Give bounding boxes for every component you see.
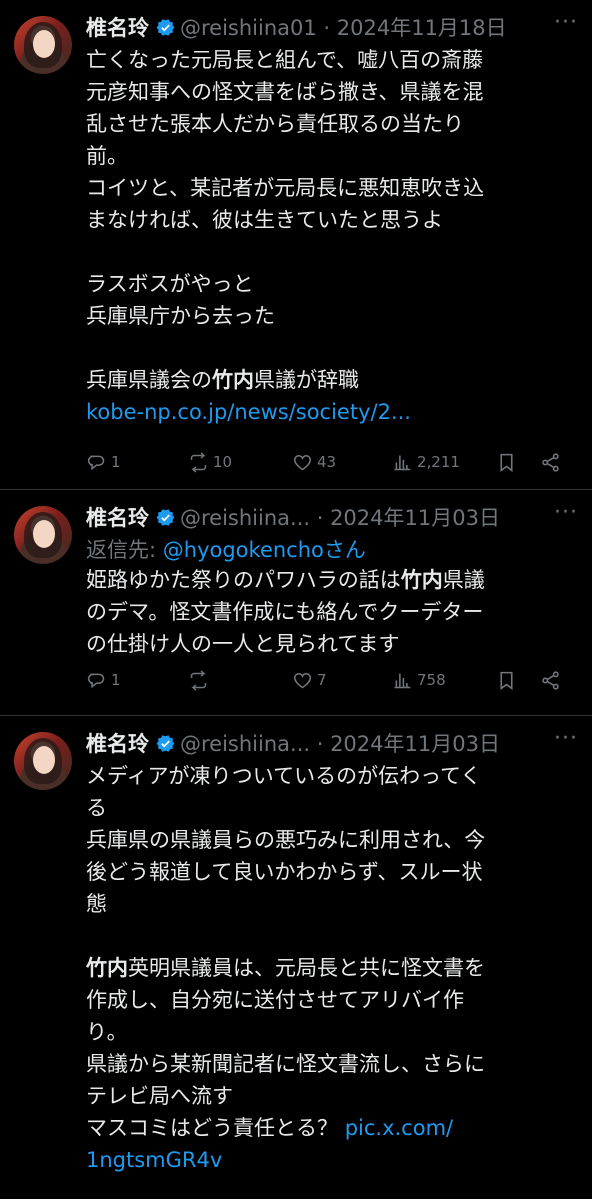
more-icon[interactable]: ··· xyxy=(552,12,580,42)
handle-and-date[interactable]: @reishiina... · 2024年11月03日 xyxy=(180,502,500,532)
verified-badge-icon xyxy=(156,734,175,752)
more-icon[interactable]: ··· xyxy=(552,502,580,532)
tweet-text-line: の仕掛け人の一人と見られてます xyxy=(86,632,400,656)
share-icon xyxy=(542,452,559,472)
reply-count: 1 xyxy=(111,671,121,689)
display-name[interactable]: 椎名玲 xyxy=(86,12,149,42)
reply-button[interactable]: 1 xyxy=(86,670,121,691)
bookmark-button[interactable] xyxy=(496,670,517,691)
tweet-text-line: のデマ。怪文書作成にも絡んでクーデター xyxy=(86,600,484,624)
media-link[interactable]: 1ngtsmGR4v xyxy=(86,1148,222,1172)
tweet-text-line: 県議から某新聞記者に怪文書流し、さらに xyxy=(86,1052,485,1076)
views-button[interactable]: 758 xyxy=(392,670,446,691)
retweet-icon xyxy=(190,669,207,691)
display-name[interactable]: 椎名玲 xyxy=(86,728,149,758)
tweet[interactable]: 椎名玲 @reishiina... · 2024年11月03日 ··· メディア… xyxy=(0,716,592,1199)
tweet-text-line: り。 xyxy=(86,1020,128,1044)
tweet-text: メディアが凍りついているのが伝わってくる兵庫県の県議員らの悪巧みに利用され、今後… xyxy=(86,760,584,1176)
tweet[interactable]: 椎名玲 @reishiina... · 2024年11月03日 ··· 返信先:… xyxy=(0,490,592,716)
bookmark-button[interactable] xyxy=(496,452,517,473)
tweet-text-line: kobe-np.co.jp/news/society/2... xyxy=(86,396,584,428)
tweet-text: 姫路ゆかた祭りのパワハラの話は竹内県議 のデマ。怪文書作成にも絡んでクーデター の仕… xyxy=(86,564,584,660)
retweet-button[interactable] xyxy=(188,669,213,691)
retweet-button[interactable]: 10 xyxy=(188,451,233,473)
tweet-text-line: 竹内英明県議員は、元局長と共に怪文書を xyxy=(86,956,485,980)
tweet-text: 亡くなった元局長と組んで、嘘八百の斎藤 元彦知事への怪文書をばら撒き、県議を混 乱さ… xyxy=(86,44,584,428)
reply-button[interactable]: 1 xyxy=(86,452,121,473)
tweet-text-line: 1ngtsmGR4v xyxy=(86,1144,584,1176)
like-button[interactable]: 7 xyxy=(292,670,327,691)
views-button[interactable]: 2,211 xyxy=(392,452,460,473)
share-button[interactable] xyxy=(540,452,561,473)
bookmark-icon xyxy=(500,453,513,472)
verified-badge-icon xyxy=(156,18,175,36)
tweet-header: 椎名玲 @reishiina... · 2024年11月03日 xyxy=(86,502,592,532)
article-link[interactable]: kobe-np.co.jp/news/society/2... xyxy=(86,400,411,424)
tweet-text-line: コイツと、某記者が元局長に悪知恵吹き込 xyxy=(86,176,485,200)
avatar[interactable] xyxy=(14,506,72,564)
tweet-text-line: る xyxy=(86,796,107,820)
tweet-text-line: 作成し、自分宛に送付させてアリバイ作 xyxy=(86,988,464,1012)
views-count: 758 xyxy=(417,671,446,689)
like-icon xyxy=(293,672,312,688)
reply-count: 1 xyxy=(111,453,121,471)
tweet-text-line: メディアが凍りついているのが伝わってく xyxy=(86,764,482,788)
reply-to: 返信先: @hyogokenchoさん xyxy=(86,534,366,564)
share-icon xyxy=(542,670,559,690)
like-icon xyxy=(293,454,312,470)
handle-and-date[interactable]: @reishiina... · 2024年11月03日 xyxy=(180,728,500,758)
tweet-text-line: まなければ、彼は生きていたと思うよ xyxy=(86,208,443,232)
handle-and-date[interactable]: @reishiina01 · 2024年11月18日 xyxy=(180,12,507,42)
bold-name: 竹内 xyxy=(212,368,254,392)
tweet-header: 椎名玲 @reishiina01 · 2024年11月18日 xyxy=(86,12,592,42)
views-count: 2,211 xyxy=(417,453,460,471)
tweet-actions: 1 10 43 2,211 xyxy=(86,448,578,476)
tweet-text-line: 後どう報道して良いかわからず、スルー状 xyxy=(86,860,483,884)
tweet-actions: 1 7 758 xyxy=(86,666,578,694)
avatar[interactable] xyxy=(14,16,72,74)
bookmark-icon xyxy=(500,671,513,690)
avatar[interactable] xyxy=(14,732,72,790)
tweet-text-line: 亡くなった元局長と組んで、嘘八百の斎藤 xyxy=(86,48,484,72)
tweet-text-line: 兵庫県の県議員らの悪巧みに利用され、今 xyxy=(86,828,486,852)
tweet[interactable]: 椎名玲 @reishiina01 · 2024年11月18日 ··· 亡くなった… xyxy=(0,0,592,490)
tweet-text-line: マスコミはどう責任とる？ pic.x.com/ xyxy=(86,1116,454,1140)
like-count: 43 xyxy=(317,453,337,471)
retweet-icon xyxy=(190,451,207,473)
like-count: 7 xyxy=(317,671,327,689)
views-icon xyxy=(394,455,411,470)
reply-icon xyxy=(87,455,105,470)
tweet-text-line: 姫路ゆかた祭りのパワハラの話は竹内県議 xyxy=(86,568,485,592)
tweet-text-line: 前。 xyxy=(86,144,128,168)
tweet-text-line: 態 xyxy=(86,892,107,916)
display-name[interactable]: 椎名玲 xyxy=(86,502,149,532)
reply-to-handle[interactable]: @hyogokenchoさん xyxy=(163,538,366,562)
tweet-header: 椎名玲 @reishiina... · 2024年11月03日 xyxy=(86,728,592,758)
like-button[interactable]: 43 xyxy=(292,452,336,473)
reply-to-prefix: 返信先: xyxy=(86,538,163,562)
share-button[interactable] xyxy=(540,670,561,691)
bold-name: 竹内 xyxy=(400,568,443,592)
tweet-text-line: 元彦知事への怪文書をばら撒き、県議を混 xyxy=(86,80,484,104)
bold-name: 竹内 xyxy=(86,956,128,980)
tweet-text-line: ラスボスがやっと xyxy=(86,272,254,296)
reply-icon xyxy=(87,673,105,688)
tweet-text-line: 兵庫県庁から去った xyxy=(86,304,275,328)
views-icon xyxy=(394,673,411,688)
verified-badge-icon xyxy=(156,508,175,526)
tweet-text-line: 兵庫県議会の竹内県議が辞職 xyxy=(86,368,359,392)
media-link[interactable]: pic.x.com/ xyxy=(345,1116,453,1140)
tweet-text-line: テレビ局へ流す xyxy=(86,1084,233,1108)
retweet-count: 10 xyxy=(213,453,233,471)
more-icon[interactable]: ··· xyxy=(552,728,580,758)
tweet-text-line: 乱させた張本人だから責任取るの当たり xyxy=(86,112,464,136)
